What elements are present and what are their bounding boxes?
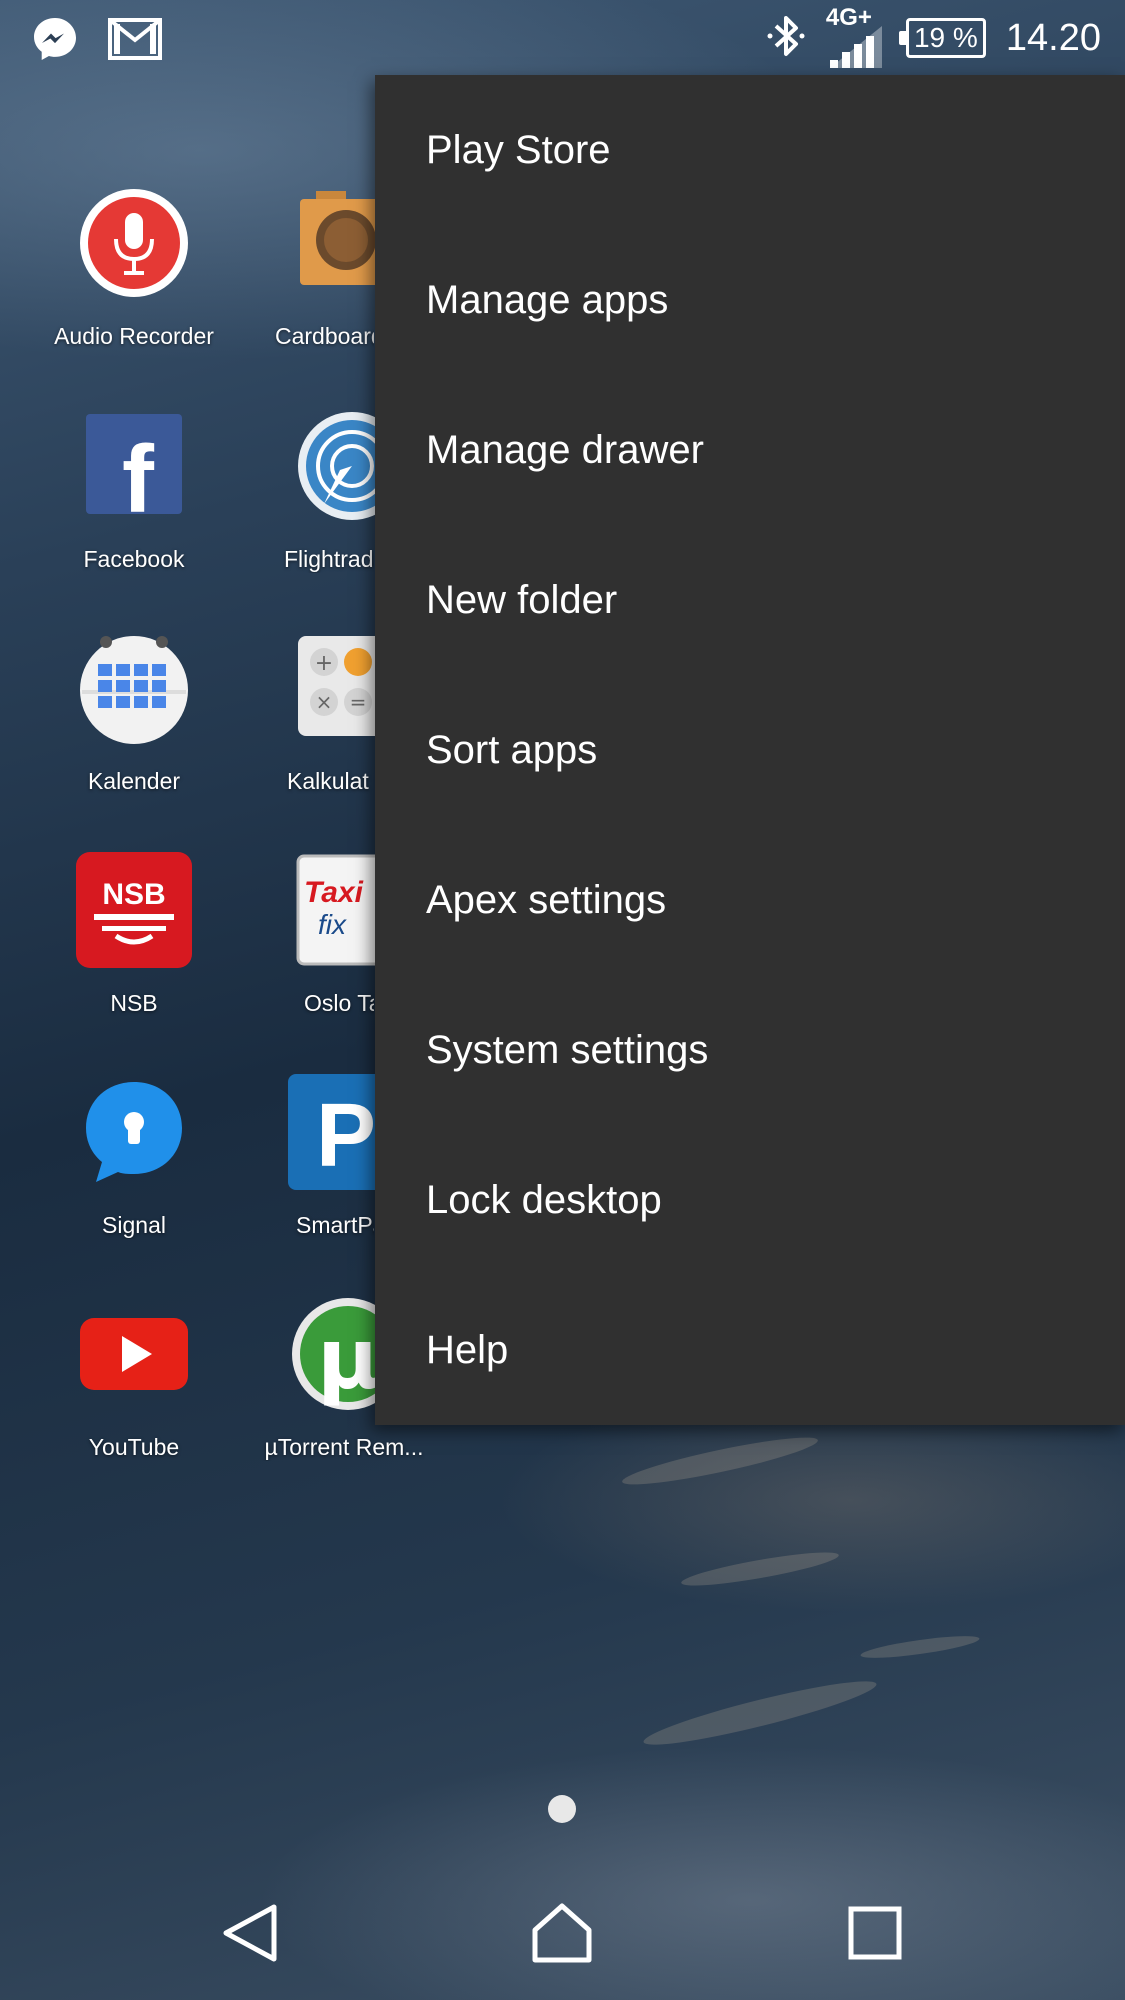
app-label: Kalkulat [287, 768, 369, 794]
app-audio-recorder[interactable]: Audio Recorder [34, 185, 234, 350]
app-nsb[interactable]: NSB NSB [34, 852, 234, 1017]
mobile-network: 4G+ [826, 4, 886, 68]
back-icon [218, 1901, 282, 1970]
menu-item-manage-apps[interactable]: Manage apps [375, 225, 1125, 375]
facebook-icon: f [76, 408, 192, 533]
menu-item-sort-apps[interactable]: Sort apps [375, 675, 1125, 825]
signal-strength-icon [826, 26, 886, 73]
overflow-menu: Play Store Manage apps Manage drawer New… [375, 75, 1125, 1425]
recents-button[interactable] [825, 1895, 925, 1975]
battery-icon: 19 % [898, 18, 986, 58]
bluetooth-icon [766, 12, 806, 65]
app-signal[interactable]: Signal [34, 1074, 234, 1239]
app-cardboard[interactable]: Cardboard [244, 185, 406, 350]
app-kalkulator[interactable]: + × = Kalkulat [244, 630, 406, 795]
wallpaper-wave [679, 1546, 841, 1592]
calc-equals-glyph: = [350, 690, 367, 714]
navigation-bar [0, 1870, 1125, 2000]
menu-item-new-folder[interactable]: New folder [375, 525, 1125, 675]
wallpaper-wave [619, 1429, 821, 1493]
calc-times-glyph: × [316, 690, 333, 714]
home-button[interactable] [512, 1895, 612, 1975]
app-kalender[interactable]: Kalender [34, 630, 234, 795]
app-label: Kalender [87, 768, 181, 794]
app-label: Cardboard [275, 323, 374, 349]
app-label: Signal [102, 1212, 166, 1238]
nsb-glyph: NSB [102, 878, 165, 911]
menu-item-help[interactable]: Help [375, 1275, 1125, 1425]
facebook-glyph: f [122, 426, 155, 524]
menu-item-manage-drawer[interactable]: Manage drawer [375, 375, 1125, 525]
app-label: Flightrada [284, 546, 374, 572]
home-icon [529, 1900, 595, 1971]
calc-plus-glyph: + [315, 651, 333, 676]
nsb-icon: NSB [76, 852, 192, 968]
utorrent-glyph: µ [317, 1310, 379, 1408]
taxi-glyph: Taxi [304, 876, 364, 909]
app-flightradar[interactable]: Flightrada [244, 408, 406, 573]
app-label: µTorrent Rem... [264, 1434, 424, 1460]
system-status: 4G+ 19 % 14.20 [766, 4, 1101, 68]
gmail-icon [108, 14, 162, 69]
app-label: Audio Recorder [54, 323, 214, 349]
wallpaper-wave [859, 1631, 981, 1663]
menu-item-system-settings[interactable]: System settings [375, 975, 1125, 1125]
back-button[interactable] [200, 1895, 300, 1975]
menu-item-play-store[interactable]: Play Store [375, 75, 1125, 225]
app-label: YouTube [88, 1434, 180, 1460]
app-oslo-taxi[interactable]: Taxi fix Oslo Ta [244, 852, 408, 1017]
calendar-icon [76, 630, 192, 746]
page-indicator[interactable] [548, 1795, 576, 1823]
audio-recorder-icon [76, 185, 192, 301]
menu-item-lock-desktop[interactable]: Lock desktop [375, 1125, 1125, 1275]
app-facebook[interactable]: f Facebook [34, 408, 234, 573]
signal-icon [76, 1074, 192, 1190]
smartpark-glyph: P [316, 1086, 376, 1186]
status-bar: 4G+ 19 % 14.20 [0, 0, 1125, 72]
fix-glyph: fix [318, 909, 347, 940]
app-label: NSB [110, 990, 158, 1016]
notification-icons [30, 14, 162, 69]
app-label: SmartPa [296, 1212, 374, 1238]
app-label: Oslo Ta [304, 990, 374, 1016]
messenger-icon [30, 14, 80, 69]
app-smartpark[interactable]: P SmartPa [244, 1074, 404, 1239]
youtube-icon [76, 1296, 192, 1412]
recents-icon [847, 1905, 903, 1966]
app-youtube[interactable]: YouTube [34, 1296, 234, 1461]
app-label: Facebook [83, 546, 185, 572]
menu-item-apex-settings[interactable]: Apex settings [375, 825, 1125, 975]
wallpaper-wave [640, 1671, 880, 1755]
clock: 14.20 [1005, 16, 1101, 59]
battery-level: 19 % [913, 22, 978, 53]
